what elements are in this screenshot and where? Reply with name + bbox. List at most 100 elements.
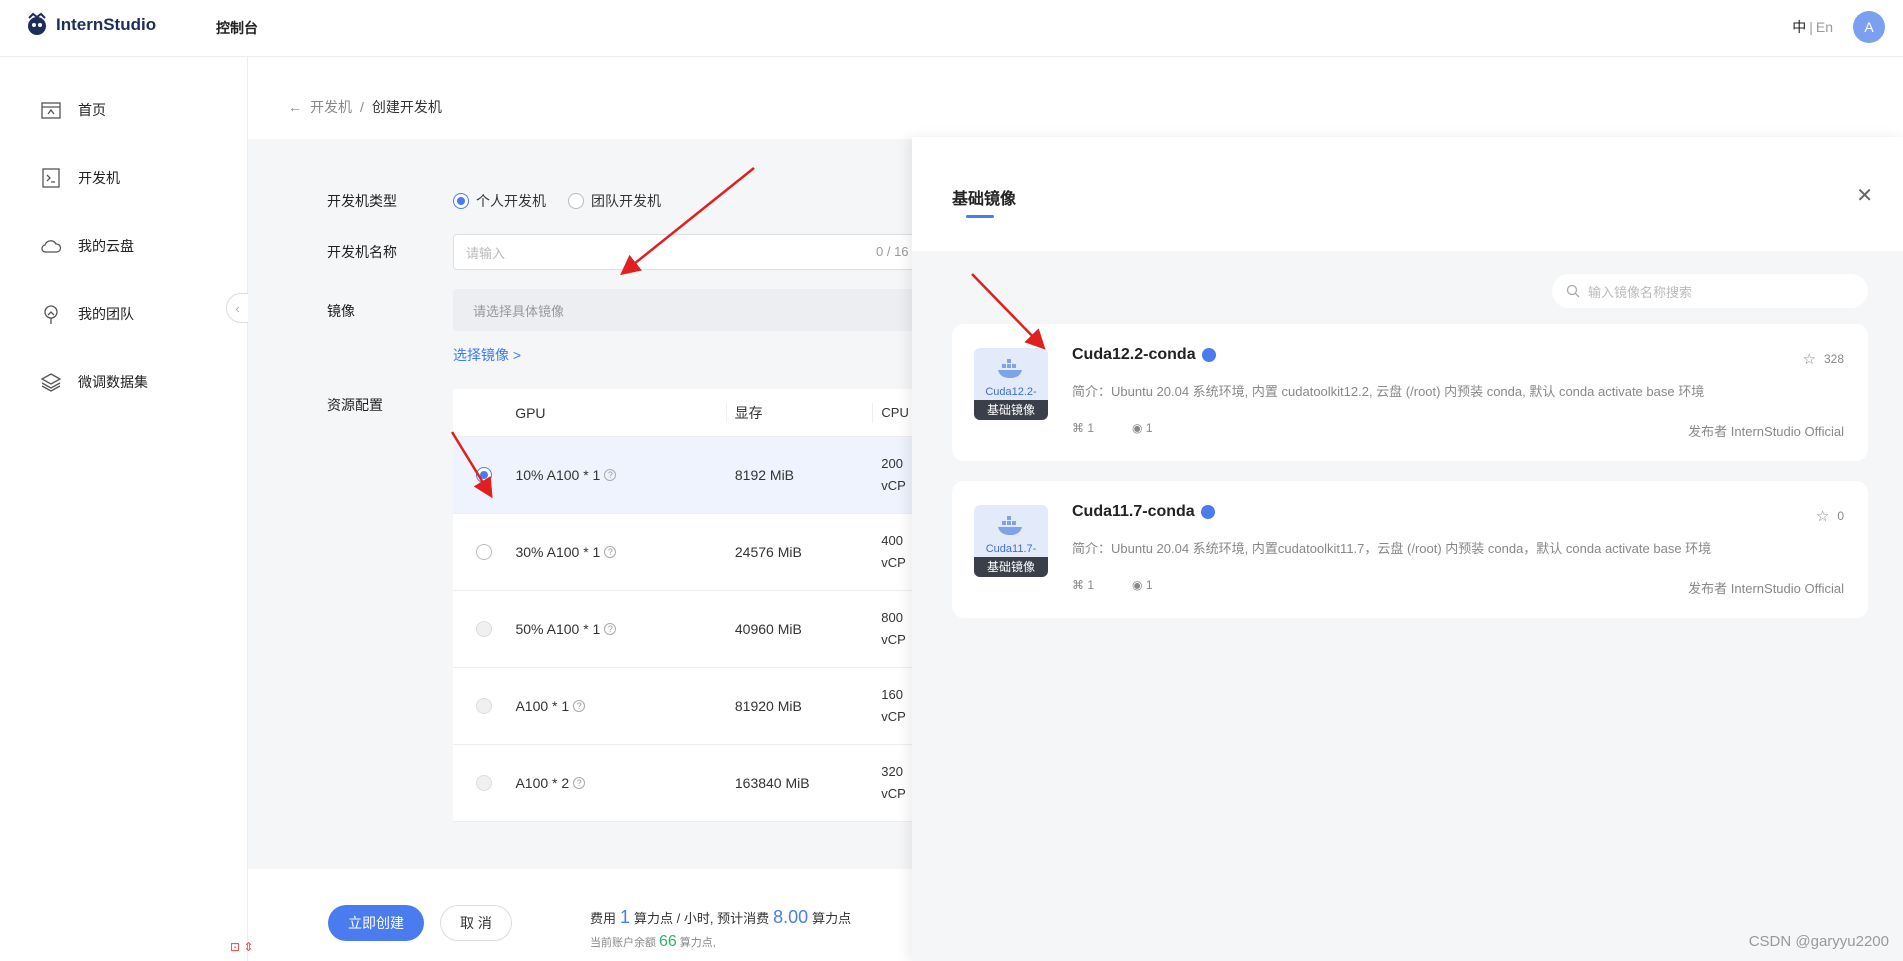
help-icon[interactable]: ? (604, 546, 617, 558)
thumbnail-version: Cuda12.2- (985, 386, 1037, 398)
eye-icon: ◉ (1132, 578, 1143, 592)
fork-icon: ⌘ (1072, 421, 1084, 435)
image-card[interactable]: Cuda11.7- 基础镜像 Cuda11.7-conda 简介：Ubuntu … (952, 481, 1868, 618)
cancel-button[interactable]: 取 消 (440, 905, 512, 941)
docker-icon (998, 359, 1022, 378)
form-footer: 立即创建 取 消 费用 1 算力点 / 小时, 预计消费 8.00 算力点 当前账户余额… (248, 869, 912, 961)
row-radio[interactable] (476, 467, 493, 483)
help-icon[interactable]: ? (573, 700, 586, 712)
sidebar-item-label: 微调数据集 (78, 374, 148, 390)
image-name: Cuda12.2-conda (1072, 346, 1216, 364)
devtool-icon[interactable]: ⊡ ⇕ (230, 940, 253, 954)
sidebar-item-label: 我的团队 (78, 306, 134, 322)
row-radio[interactable] (476, 698, 493, 714)
image-select[interactable]: 请选择具体镜像 (453, 289, 933, 331)
publisher: 发布者 InternStudio Official (1688, 424, 1844, 439)
gpu-cell: A100 * 1 (515, 698, 570, 714)
cost-summary: 费用 1 算力点 / 小时, 预计消费 8.00 算力点 (590, 907, 852, 927)
choose-image-link[interactable]: 选择镜像 > (453, 345, 521, 365)
language-switch[interactable]: 中 | En (1792, 17, 1833, 37)
type-team-label: 团队开发机 (591, 193, 661, 209)
mem-cell: 40960 MiB (734, 621, 802, 637)
help-icon[interactable]: ? (604, 623, 617, 635)
back-arrow-icon[interactable]: ← (288, 99, 302, 115)
table-row[interactable]: A100 * 1? 81920 MiB 160 vCP (453, 668, 912, 745)
type-radio-group: 个人开发机 团队开发机 (453, 191, 661, 211)
sidebar-item-dataset[interactable]: 微调数据集 (40, 371, 148, 393)
star-button[interactable]: ☆ 0 (1816, 507, 1844, 525)
gpu-cell: 30% A100 * 1 (515, 544, 601, 560)
image-card[interactable]: Cuda12.2- 基础镜像 Cuda12.2-conda 简介：Ubuntu … (952, 324, 1868, 461)
active-tab-indicator (966, 215, 994, 218)
name-label: 开发机名称 (327, 244, 397, 260)
cpu-cell: 160 vCP (881, 687, 906, 724)
image-stats: ⌘ 1 ◉ 1 (1072, 421, 1153, 435)
name-input[interactable]: 请输入 (453, 234, 933, 270)
create-button[interactable]: 立即创建 (328, 905, 424, 941)
image-stats: ⌘ 1 ◉ 1 (1072, 578, 1153, 592)
drawer-header: 基础镜像 ✕ (912, 137, 1903, 251)
close-icon[interactable]: ✕ (1856, 183, 1873, 208)
gpu-cell: 50% A100 * 1 (515, 621, 601, 637)
lang-zh[interactable]: 中 (1792, 19, 1806, 35)
eye-icon: ◉ (1132, 421, 1143, 435)
docker-icon (998, 516, 1022, 535)
lang-en[interactable]: En (1816, 19, 1833, 35)
type-label: 开发机类型 (327, 193, 397, 209)
resource-label: 资源配置 (327, 397, 383, 413)
thumbnail-version: Cuda11.7- (985, 543, 1037, 555)
table-row[interactable]: 30% A100 * 1? 24576 MiB 400 vCP (453, 514, 912, 591)
image-label: 镜像 (327, 303, 355, 319)
help-icon[interactable]: ? (573, 777, 586, 789)
view-count: ◉ 1 (1132, 578, 1153, 592)
cpu-cell: 800 vCP (881, 610, 906, 647)
image-search-input[interactable]: 输入镜像名称搜索 (1552, 274, 1868, 308)
sidebar-collapse-button[interactable]: ‹ (226, 293, 248, 323)
breadcrumb-parent[interactable]: 开发机 (310, 97, 352, 117)
avatar[interactable]: A (1853, 11, 1885, 43)
cost-total: 8.00 (773, 907, 809, 927)
mem-cell: 24576 MiB (734, 544, 802, 560)
row-radio[interactable] (476, 621, 493, 637)
row-radio[interactable] (476, 544, 493, 560)
watermark: CSDN @garyyu2200 (1748, 933, 1889, 950)
gpu-cell: A100 * 2 (515, 775, 570, 791)
drawer-title[interactable]: 基础镜像 (952, 185, 1016, 209)
type-personal-label: 个人开发机 (476, 193, 546, 209)
sidebar-item-devmachine[interactable]: 开发机 (40, 167, 120, 189)
console-link[interactable]: 控制台 (216, 18, 258, 38)
mem-cell: 163840 MiB (734, 775, 810, 791)
terminal-icon (42, 168, 60, 188)
radio-icon[interactable] (568, 193, 584, 209)
search-placeholder: 输入镜像名称搜索 (1588, 284, 1693, 300)
sidebar-item-cloud[interactable]: 我的云盘 (40, 235, 134, 257)
lang-separator: | (1809, 19, 1813, 35)
sidebar-item-home[interactable]: 首页 (40, 99, 106, 121)
star-button[interactable]: ☆ 328 (1803, 350, 1844, 368)
fork-count: ⌘ 1 (1072, 578, 1095, 592)
mem-cell: 8192 MiB (734, 467, 795, 483)
sidebar: 首页 开发机 我的云盘 我的团队 微调数据集 ‹ (0, 57, 248, 961)
type-personal-radio[interactable]: 个人开发机 (453, 191, 546, 211)
sidebar-item-team[interactable]: 我的团队 (40, 303, 134, 325)
logo-icon (28, 12, 46, 35)
row-radio[interactable] (476, 775, 493, 791)
table-row[interactable]: A100 * 2? 163840 MiB 320 vCP (453, 745, 912, 822)
balance-summary: 当前账户余额 66 算力点, (590, 933, 716, 950)
cpu-cell: 320 vCP (881, 764, 906, 801)
search-icon (1566, 284, 1580, 298)
breadcrumb-bar: ← 开发机 / 创建开发机 (248, 57, 912, 139)
table-row[interactable]: 10% A100 * 1? 8192 MiB 200 vCP (453, 437, 912, 514)
table-row[interactable]: 50% A100 * 1? 40960 MiB 800 vCP (453, 591, 912, 668)
help-icon[interactable]: ? (604, 469, 617, 481)
logo[interactable]: InternStudio (24, 12, 156, 38)
type-team-radio[interactable]: 团队开发机 (568, 191, 661, 211)
team-icon (44, 305, 58, 324)
breadcrumb-separator: / (360, 99, 364, 115)
radio-icon[interactable] (453, 193, 469, 209)
table-header: GPU 显存 CPU (453, 389, 912, 437)
cloud-icon (41, 240, 62, 253)
star-icon: ☆ (1802, 351, 1816, 368)
header-gpu: GPU (515, 404, 546, 421)
image-thumbnail: Cuda11.7- 基础镜像 (974, 505, 1048, 577)
